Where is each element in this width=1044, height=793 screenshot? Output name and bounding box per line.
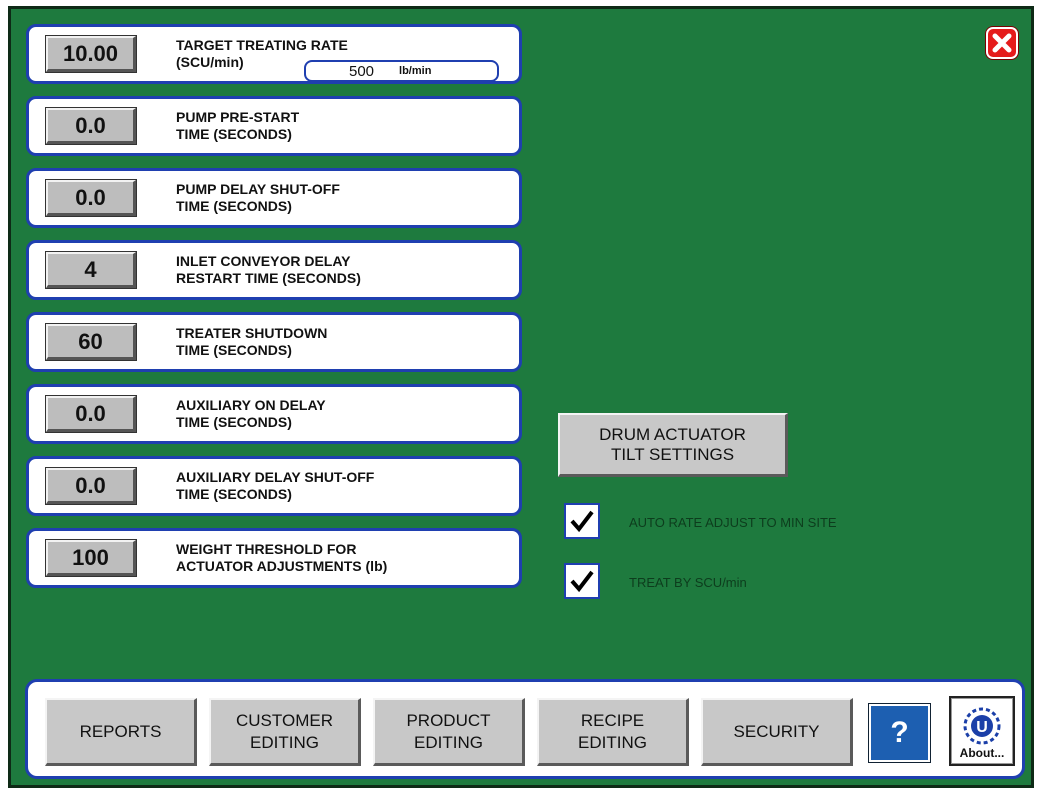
- auxiliary-delay-shutoff-value[interactable]: 0.0: [46, 468, 136, 504]
- recipe-editing-button[interactable]: RECIPE EDITING: [537, 698, 689, 766]
- rate-lbmin-field[interactable]: 500 lb/min: [304, 60, 499, 82]
- treat-by-scu-label: TREAT BY SCU/min: [629, 575, 747, 590]
- pump-pre-start-label: PUMP PRE-START TIME (SECONDS): [176, 109, 299, 143]
- label-line: TREATER SHUTDOWN: [176, 325, 328, 341]
- inlet-conveyor-delay-value[interactable]: 4: [46, 252, 136, 288]
- label-line: TIME (SECONDS): [176, 414, 292, 430]
- inlet-conveyor-delay-label: INLET CONVEYOR DELAY RESTART TIME (SECON…: [176, 253, 361, 287]
- button-line: EDITING: [578, 732, 647, 752]
- close-x-icon: [992, 33, 1012, 53]
- auxiliary-on-delay-value[interactable]: 0.0: [46, 396, 136, 432]
- button-line: PRODUCT: [406, 710, 491, 730]
- auto-rate-adjust-label: AUTO RATE ADJUST TO MIN SITE: [629, 515, 837, 530]
- setting-row-auxiliary-delay-shutoff: 0.0 AUXILIARY DELAY SHUT-OFF TIME (SECON…: [26, 456, 522, 516]
- rate-lbmin-value: 500: [349, 62, 375, 80]
- setting-row-pump-delay-shutoff: 0.0 PUMP DELAY SHUT-OFF TIME (SECONDS): [26, 168, 522, 228]
- label-line: AUXILIARY DELAY SHUT-OFF: [176, 469, 375, 485]
- button-line: TILT SETTINGS: [610, 444, 735, 464]
- logo-letter: U: [976, 719, 988, 736]
- settings-list: 10.00 TARGET TREATING RATE (SCU/min) 500…: [26, 24, 522, 600]
- customer-editing-button[interactable]: CUSTOMER EDITING: [209, 698, 361, 766]
- target-treating-rate-value[interactable]: 10.00: [46, 36, 136, 72]
- label-line: TARGET TREATING RATE: [176, 37, 348, 53]
- product-editing-button[interactable]: PRODUCT EDITING: [373, 698, 525, 766]
- label-line: PUMP PRE-START: [176, 109, 300, 125]
- button-line: EDITING: [250, 732, 319, 752]
- checkmark-icon: [570, 570, 594, 593]
- logo-u-icon: U: [963, 707, 1001, 745]
- help-icon: ?: [890, 716, 909, 749]
- auxiliary-delay-shutoff-label: AUXILIARY DELAY SHUT-OFF TIME (SECONDS): [176, 469, 374, 503]
- label-line: TIME (SECONDS): [176, 342, 292, 358]
- label-line: ACTUATOR ADJUSTMENTS (lb): [176, 558, 388, 574]
- auxiliary-on-delay-label: AUXILIARY ON DELAY TIME (SECONDS): [176, 397, 326, 431]
- button-line: CUSTOMER: [236, 710, 333, 730]
- bottom-nav-bar: REPORTS CUSTOMER EDITING PRODUCT EDITING…: [25, 679, 1025, 779]
- label-line: TIME (SECONDS): [176, 486, 292, 502]
- reports-button[interactable]: REPORTS: [45, 698, 197, 766]
- weight-threshold-label: WEIGHT THRESHOLD FOR ACTUATOR ADJUSTMENT…: [176, 541, 387, 575]
- rate-lbmin-unit: lb/min: [399, 65, 432, 77]
- label-line: TIME (SECONDS): [176, 198, 292, 214]
- button-line: EDITING: [414, 732, 483, 752]
- setting-row-inlet-conveyor-delay: 4 INLET CONVEYOR DELAY RESTART TIME (SEC…: [26, 240, 522, 300]
- treater-shutdown-label: TREATER SHUTDOWN TIME (SECONDS): [176, 325, 327, 359]
- setting-row-treater-shutdown: 60 TREATER SHUTDOWN TIME (SECONDS): [26, 312, 522, 372]
- auto-rate-adjust-checkbox[interactable]: [564, 503, 600, 539]
- setting-row-weight-threshold: 100 WEIGHT THRESHOLD FOR ACTUATOR ADJUST…: [26, 528, 522, 588]
- help-button[interactable]: ?: [869, 704, 930, 762]
- pump-delay-shutoff-value[interactable]: 0.0: [46, 180, 136, 216]
- label-line: PUMP DELAY SHUT-OFF: [176, 181, 340, 197]
- drum-actuator-tilt-settings-button[interactable]: DRUM ACTUATOR TILT SETTINGS: [558, 413, 788, 477]
- treat-by-scu-checkbox[interactable]: [564, 563, 600, 599]
- label-line: WEIGHT THRESHOLD FOR: [176, 541, 357, 557]
- close-button[interactable]: [986, 27, 1018, 59]
- label-line: AUXILIARY ON DELAY: [176, 397, 326, 413]
- pump-pre-start-value[interactable]: 0.0: [46, 108, 136, 144]
- label-line: RESTART TIME (SECONDS): [176, 270, 361, 286]
- button-line: SECURITY: [733, 721, 820, 741]
- treater-shutdown-value[interactable]: 60: [46, 324, 136, 360]
- about-label: About...: [959, 746, 1005, 760]
- label-line: TIME (SECONDS): [176, 126, 292, 142]
- label-line: INLET CONVEYOR DELAY: [176, 253, 351, 269]
- security-button[interactable]: SECURITY: [701, 698, 853, 766]
- pump-delay-shutoff-label: PUMP DELAY SHUT-OFF TIME (SECONDS): [176, 181, 340, 215]
- checkmark-icon: [570, 510, 594, 533]
- setting-row-auxiliary-on-delay: 0.0 AUXILIARY ON DELAY TIME (SECONDS): [26, 384, 522, 444]
- button-line: REPORTS: [79, 721, 162, 741]
- button-line: RECIPE: [580, 710, 645, 730]
- weight-threshold-value[interactable]: 100: [46, 540, 136, 576]
- about-button[interactable]: U About...: [949, 696, 1015, 766]
- setting-row-target-treating-rate: 10.00 TARGET TREATING RATE (SCU/min) 500…: [26, 24, 522, 84]
- setting-row-pump-pre-start: 0.0 PUMP PRE-START TIME (SECONDS): [26, 96, 522, 156]
- settings-screen: 10.00 TARGET TREATING RATE (SCU/min) 500…: [8, 6, 1034, 788]
- button-line: DRUM ACTUATOR: [599, 424, 746, 444]
